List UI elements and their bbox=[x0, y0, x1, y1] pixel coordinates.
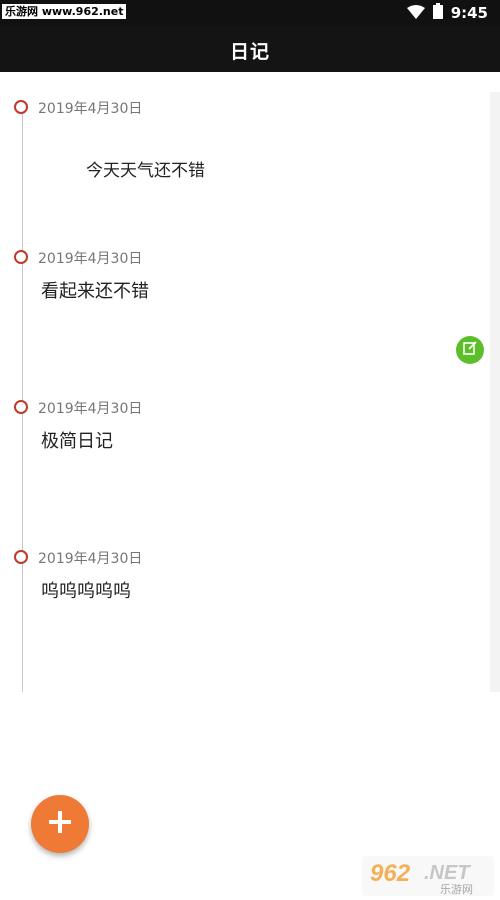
timeline-dot bbox=[14, 400, 28, 414]
entry-text: 呜呜呜呜呜 bbox=[41, 581, 131, 602]
entry-text: 极简日记 bbox=[41, 431, 113, 452]
app-bar: 日记 bbox=[0, 26, 500, 72]
diary-entry[interactable]: 2019年4月30日 今天天气还不错 bbox=[0, 92, 490, 242]
watermark-top: 乐游网 www.962.net bbox=[2, 4, 127, 19]
entry-date: 2019年4月30日 bbox=[38, 101, 143, 117]
list-edge bbox=[490, 92, 500, 692]
diary-entry[interactable]: 2019年4月30日 看起来还不错 bbox=[0, 242, 490, 392]
status-time: 9:45 bbox=[450, 4, 488, 22]
entry-text: 今天天气还不错 bbox=[86, 161, 205, 181]
entry-date: 2019年4月30日 bbox=[38, 401, 143, 417]
timeline-dot bbox=[14, 250, 28, 264]
wifi-icon bbox=[406, 4, 425, 23]
page-title: 日记 bbox=[229, 41, 270, 63]
timeline-dot bbox=[14, 550, 28, 564]
entry-text: 看起来还不错 bbox=[41, 281, 149, 302]
add-entry-button[interactable] bbox=[31, 795, 89, 853]
plus-icon bbox=[47, 809, 73, 839]
diary-entry[interactable]: 2019年4月30日 极简日记 bbox=[0, 392, 490, 542]
svg-text:乐游网: 乐游网 bbox=[440, 883, 473, 896]
entry-date: 2019年4月30日 bbox=[38, 251, 143, 267]
battery-icon bbox=[432, 3, 443, 23]
svg-text:962: 962 bbox=[370, 860, 411, 887]
svg-text:.NET: .NET bbox=[424, 862, 471, 884]
entry-date: 2019年4月30日 bbox=[38, 551, 143, 567]
diary-entry[interactable]: 2019年4月30日 呜呜呜呜呜 bbox=[0, 542, 490, 692]
timeline-dot bbox=[14, 100, 28, 114]
watermark-logo: 962 .NET 乐游网 bbox=[362, 856, 494, 896]
status-bar: 乐游网 www.962.net 9:45 bbox=[0, 0, 500, 26]
edit-button[interactable] bbox=[456, 336, 484, 364]
edit-icon bbox=[462, 340, 478, 360]
status-icons: 9:45 bbox=[406, 3, 488, 23]
